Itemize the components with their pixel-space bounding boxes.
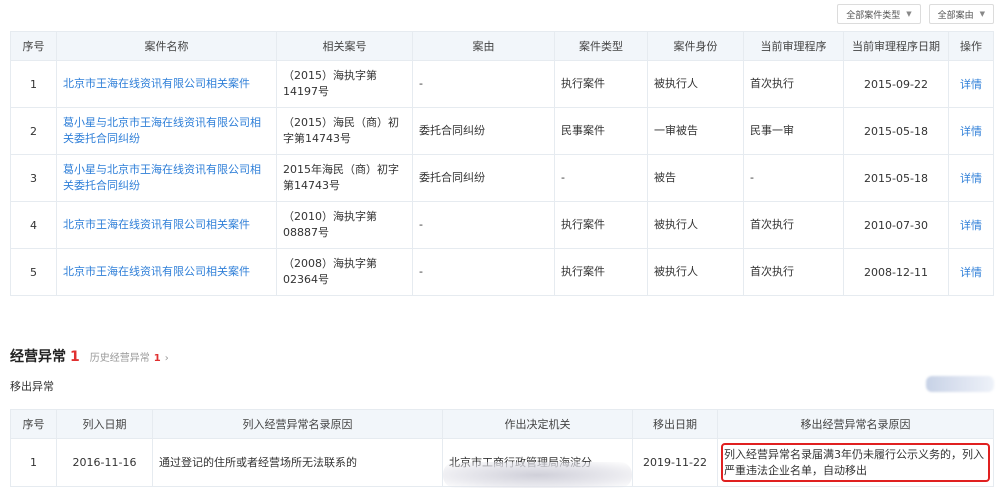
case-role: 一审被告	[647, 107, 744, 155]
current-procedure: 首次执行	[743, 201, 844, 249]
case-type: -	[554, 154, 648, 202]
remove-reason: 列入经营异常名录届满3年仍未履行公示义务的，列入严重违法企业名单，自动移出	[717, 438, 994, 487]
table-row: 4 北京市王海在线资讯有限公司相关案件 （2010）海执字第08887号 - 执…	[10, 201, 994, 249]
section-title: 经营异常	[10, 349, 66, 365]
details-link[interactable]: 详情	[948, 107, 994, 155]
case-type: 执行案件	[554, 201, 648, 249]
case-type: 执行案件	[554, 248, 648, 296]
table-row: 1 2016-11-16 通过登记的住所或者经营场所无法联系的 北京市工商行政管…	[10, 438, 994, 488]
case-role: 被执行人	[647, 201, 744, 249]
chevron-right-icon: ›	[164, 353, 169, 364]
case-number: （2015）海执字第14197号	[276, 60, 413, 108]
row-number: 4	[10, 201, 57, 249]
current-procedure: 首次执行	[743, 248, 844, 296]
case-role: 被告	[647, 154, 744, 202]
case-number: （2015）海民（商）初字第14743号	[276, 107, 413, 155]
procedure-date: 2010-07-30	[843, 201, 949, 249]
case-reason-filter-label: 全部案由	[937, 10, 974, 21]
chevron-down-icon: ▼	[906, 10, 912, 18]
column-header: 列入日期	[56, 409, 153, 439]
case-number: （2008）海执字第02364号	[276, 248, 413, 296]
case-role: 被执行人	[647, 248, 744, 296]
column-header: 案件身份	[647, 31, 744, 61]
case-role: 被执行人	[647, 60, 744, 108]
remove-reason-text: 列入经营异常名录届满3年仍未履行公示义务的，列入严重违法企业名单，自动移出	[724, 447, 984, 477]
column-header: 移出日期	[632, 409, 718, 439]
column-header: 作出决定机关	[442, 409, 633, 439]
case-name-link[interactable]: 北京市王海在线资讯有限公司相关案件	[56, 60, 277, 108]
list-date: 2016-11-16	[56, 438, 153, 487]
procedure-date: 2015-05-18	[843, 107, 949, 155]
table-row: 2 葛小星与北京市王海在线资讯有限公司相关委托合同纠纷 （2015）海民（商）初…	[10, 107, 994, 155]
case-reason: 委托合同纠纷	[412, 154, 555, 202]
lawsuit-cases-table: 序号 案件名称 相关案号 案由 案件类型 案件身份 当前审理程序 当前审理程序日…	[10, 31, 994, 296]
current-procedure: 首次执行	[743, 60, 844, 108]
blurred-watermark	[926, 376, 994, 392]
case-type: 执行案件	[554, 60, 648, 108]
column-header: 序号	[10, 409, 57, 439]
history-abnormal-count: 1	[153, 353, 161, 364]
history-abnormal-link[interactable]: 历史经营异常	[90, 349, 150, 364]
procedure-date: 2008-12-11	[843, 248, 949, 296]
case-reason-filter-dropdown[interactable]: 全部案由 ▼	[928, 4, 994, 24]
details-link[interactable]: 详情	[948, 154, 994, 202]
table-header-row: 序号 列入日期 列入经营异常名录原因 作出决定机关 移出日期 移出经营异常名录原…	[10, 409, 994, 439]
case-filters: 全部案件类型 ▼ 全部案由 ▼	[837, 4, 994, 24]
details-link[interactable]: 详情	[948, 201, 994, 249]
case-number: 2015年海民（商）初字第14743号	[276, 154, 413, 202]
business-abnormal-table: 序号 列入日期 列入经营异常名录原因 作出决定机关 移出日期 移出经营异常名录原…	[10, 409, 994, 488]
column-header: 列入经营异常名录原因	[152, 409, 443, 439]
case-reason: -	[412, 60, 555, 108]
remove-date: 2019-11-22	[632, 438, 718, 487]
row-number: 1	[10, 60, 57, 108]
case-name-link[interactable]: 葛小星与北京市王海在线资讯有限公司相关委托合同纠纷	[56, 154, 277, 202]
table-header-row: 序号 案件名称 相关案号 案由 案件类型 案件身份 当前审理程序 当前审理程序日…	[10, 31, 994, 61]
table-row: 3 葛小星与北京市王海在线资讯有限公司相关委托合同纠纷 2015年海民（商）初字…	[10, 154, 994, 202]
row-number: 5	[10, 248, 57, 296]
case-name-link[interactable]: 北京市王海在线资讯有限公司相关案件	[56, 248, 277, 296]
column-header: 当前审理程序	[743, 31, 844, 61]
column-header: 序号	[10, 31, 57, 61]
column-header: 操作	[948, 31, 994, 61]
row-number: 2	[10, 107, 57, 155]
row-number: 1	[10, 438, 57, 487]
procedure-date: 2015-05-18	[843, 154, 949, 202]
list-reason: 通过登记的住所或者经营场所无法联系的	[152, 438, 443, 487]
details-link[interactable]: 详情	[948, 248, 994, 296]
case-reason: -	[412, 201, 555, 249]
procedure-date: 2015-09-22	[843, 60, 949, 108]
case-name-link[interactable]: 北京市王海在线资讯有限公司相关案件	[56, 201, 277, 249]
column-header: 移出经营异常名录原因	[717, 409, 994, 439]
case-type-filter-label: 全部案件类型	[846, 10, 901, 21]
case-type-filter-dropdown[interactable]: 全部案件类型 ▼	[837, 4, 921, 24]
table-row: 5 北京市王海在线资讯有限公司相关案件 （2008）海执字第02364号 - 执…	[10, 248, 994, 296]
case-name-link[interactable]: 葛小星与北京市王海在线资讯有限公司相关委托合同纠纷	[56, 107, 277, 155]
case-reason: 委托合同纠纷	[412, 107, 555, 155]
current-procedure: 民事一审	[743, 107, 844, 155]
details-link[interactable]: 详情	[948, 60, 994, 108]
case-reason: -	[412, 248, 555, 296]
row-number: 3	[10, 154, 57, 202]
chevron-down-icon: ▼	[979, 10, 985, 18]
current-procedure: -	[743, 154, 844, 202]
column-header: 案由	[412, 31, 555, 61]
business-abnormal-section-header: 经营异常 1 历史经营异常 1 ›	[10, 346, 169, 366]
deciding-authority: 北京市工商行政管理局海淀分	[442, 438, 633, 488]
removed-abnormal-subtitle: 移出异常	[10, 380, 54, 393]
blur-mask	[443, 462, 632, 488]
case-type: 民事案件	[554, 107, 648, 155]
column-header: 相关案号	[276, 31, 413, 61]
case-number: （2010）海执字第08887号	[276, 201, 413, 249]
table-row: 1 北京市王海在线资讯有限公司相关案件 （2015）海执字第14197号 - 执…	[10, 60, 994, 108]
column-header: 案件名称	[56, 31, 277, 61]
column-header: 当前审理程序日期	[843, 31, 949, 61]
abnormal-count: 1	[70, 349, 80, 365]
column-header: 案件类型	[554, 31, 648, 61]
